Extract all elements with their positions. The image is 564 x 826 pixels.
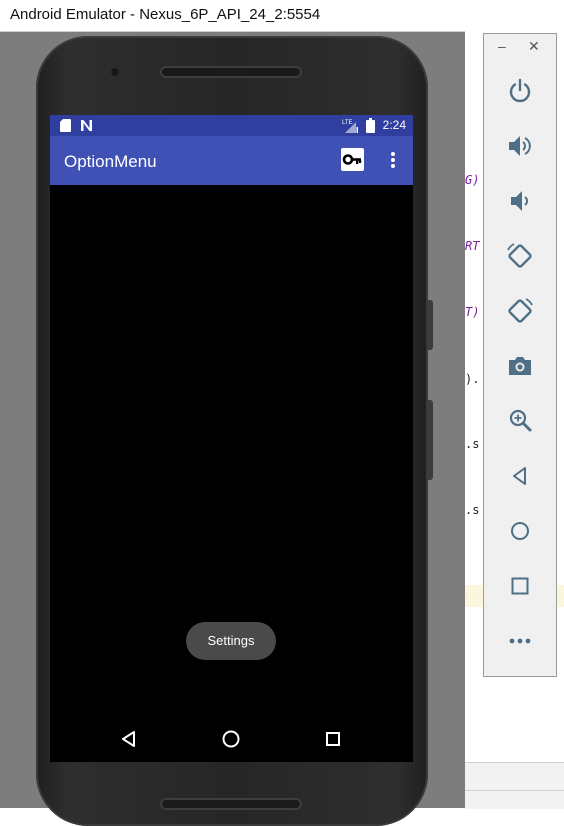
- emulator-window: Android Emulator - Nexus_6P_API_24_2:555…: [0, 0, 465, 826]
- status-bar: LTE 2:24: [50, 115, 413, 136]
- more-icon: [509, 638, 531, 644]
- nav-back-button[interactable]: [115, 725, 143, 753]
- emulator-controls-panel: – ✕: [483, 33, 557, 677]
- volume-down-icon: [511, 191, 528, 211]
- more-vert-icon-dot: [391, 164, 395, 168]
- recents-icon: [326, 732, 340, 746]
- ide-code-fragment: .s: [465, 503, 480, 517]
- zoom-icon: [509, 409, 532, 432]
- status-time: 2:24: [382, 118, 406, 132]
- rotate-right-icon: [508, 298, 533, 323]
- close-button[interactable]: ✕: [528, 38, 540, 55]
- key-action-button[interactable]: [341, 148, 364, 171]
- battery-icon: [366, 118, 375, 133]
- more-vert-icon: [391, 152, 395, 156]
- home-button[interactable]: [505, 516, 535, 546]
- navigation-bar: [50, 715, 413, 762]
- power-icon: [509, 78, 531, 103]
- ide-code-fragment: G): [465, 173, 480, 187]
- window-title: Android Emulator - Nexus_6P_API_24_2:555…: [10, 6, 321, 23]
- rotate-right-button[interactable]: [505, 296, 535, 326]
- phone-volume-key[interactable]: [428, 400, 433, 480]
- app-bar: OptionMenu: [50, 136, 413, 185]
- power-button[interactable]: [505, 76, 535, 106]
- controls-titlebar: – ✕: [484, 34, 556, 64]
- ide-divider: [465, 790, 564, 791]
- ide-code-fragment: RT: [465, 239, 480, 253]
- volume-up-icon: [509, 136, 531, 156]
- back-icon: [122, 731, 135, 747]
- ide-bottom-panel: [465, 762, 564, 809]
- volume-up-button[interactable]: [505, 131, 535, 161]
- more-vert-icon-dot: [391, 158, 395, 162]
- top-speaker: [160, 66, 302, 78]
- more-button[interactable]: [505, 626, 535, 656]
- rotate-left-button[interactable]: [505, 241, 535, 271]
- ide-code-fragment: ).: [465, 372, 480, 386]
- device-screen[interactable]: LTE 2:24 OptionMenu Settings: [50, 115, 413, 762]
- back-icon: [513, 467, 526, 485]
- emulator-titlebar[interactable]: Android Emulator - Nexus_6P_API_24_2:555…: [0, 0, 465, 32]
- zoom-button[interactable]: [505, 406, 535, 436]
- key-icon: [342, 154, 362, 165]
- front-camera: [110, 67, 120, 77]
- ide-code-fragment: T): [465, 305, 480, 319]
- rotate-left-icon: [507, 243, 532, 268]
- nav-home-button[interactable]: [217, 725, 245, 753]
- back-button[interactable]: [505, 461, 535, 491]
- home-icon: [511, 522, 529, 540]
- n-notification-icon: [81, 120, 92, 131]
- phone-power-key[interactable]: [428, 300, 433, 350]
- app-title: OptionMenu: [64, 152, 157, 171]
- volume-down-button[interactable]: [505, 186, 535, 216]
- nav-recents-button[interactable]: [319, 725, 347, 753]
- lte-signal-icon: LTE: [342, 120, 358, 133]
- overview-icon: [511, 577, 529, 595]
- camera-icon: [509, 357, 531, 375]
- svg-text:LTE: LTE: [342, 120, 353, 126]
- home-icon: [222, 730, 240, 748]
- screenshot-button[interactable]: [505, 351, 535, 381]
- ide-code-fragment: .s: [465, 437, 480, 451]
- toast-message: Settings: [186, 622, 276, 660]
- bottom-speaker: [160, 798, 302, 810]
- overview-button[interactable]: [505, 571, 535, 601]
- overflow-menu-button[interactable]: [384, 147, 402, 173]
- minimize-button[interactable]: –: [498, 38, 506, 54]
- sd-card-icon: [60, 119, 71, 132]
